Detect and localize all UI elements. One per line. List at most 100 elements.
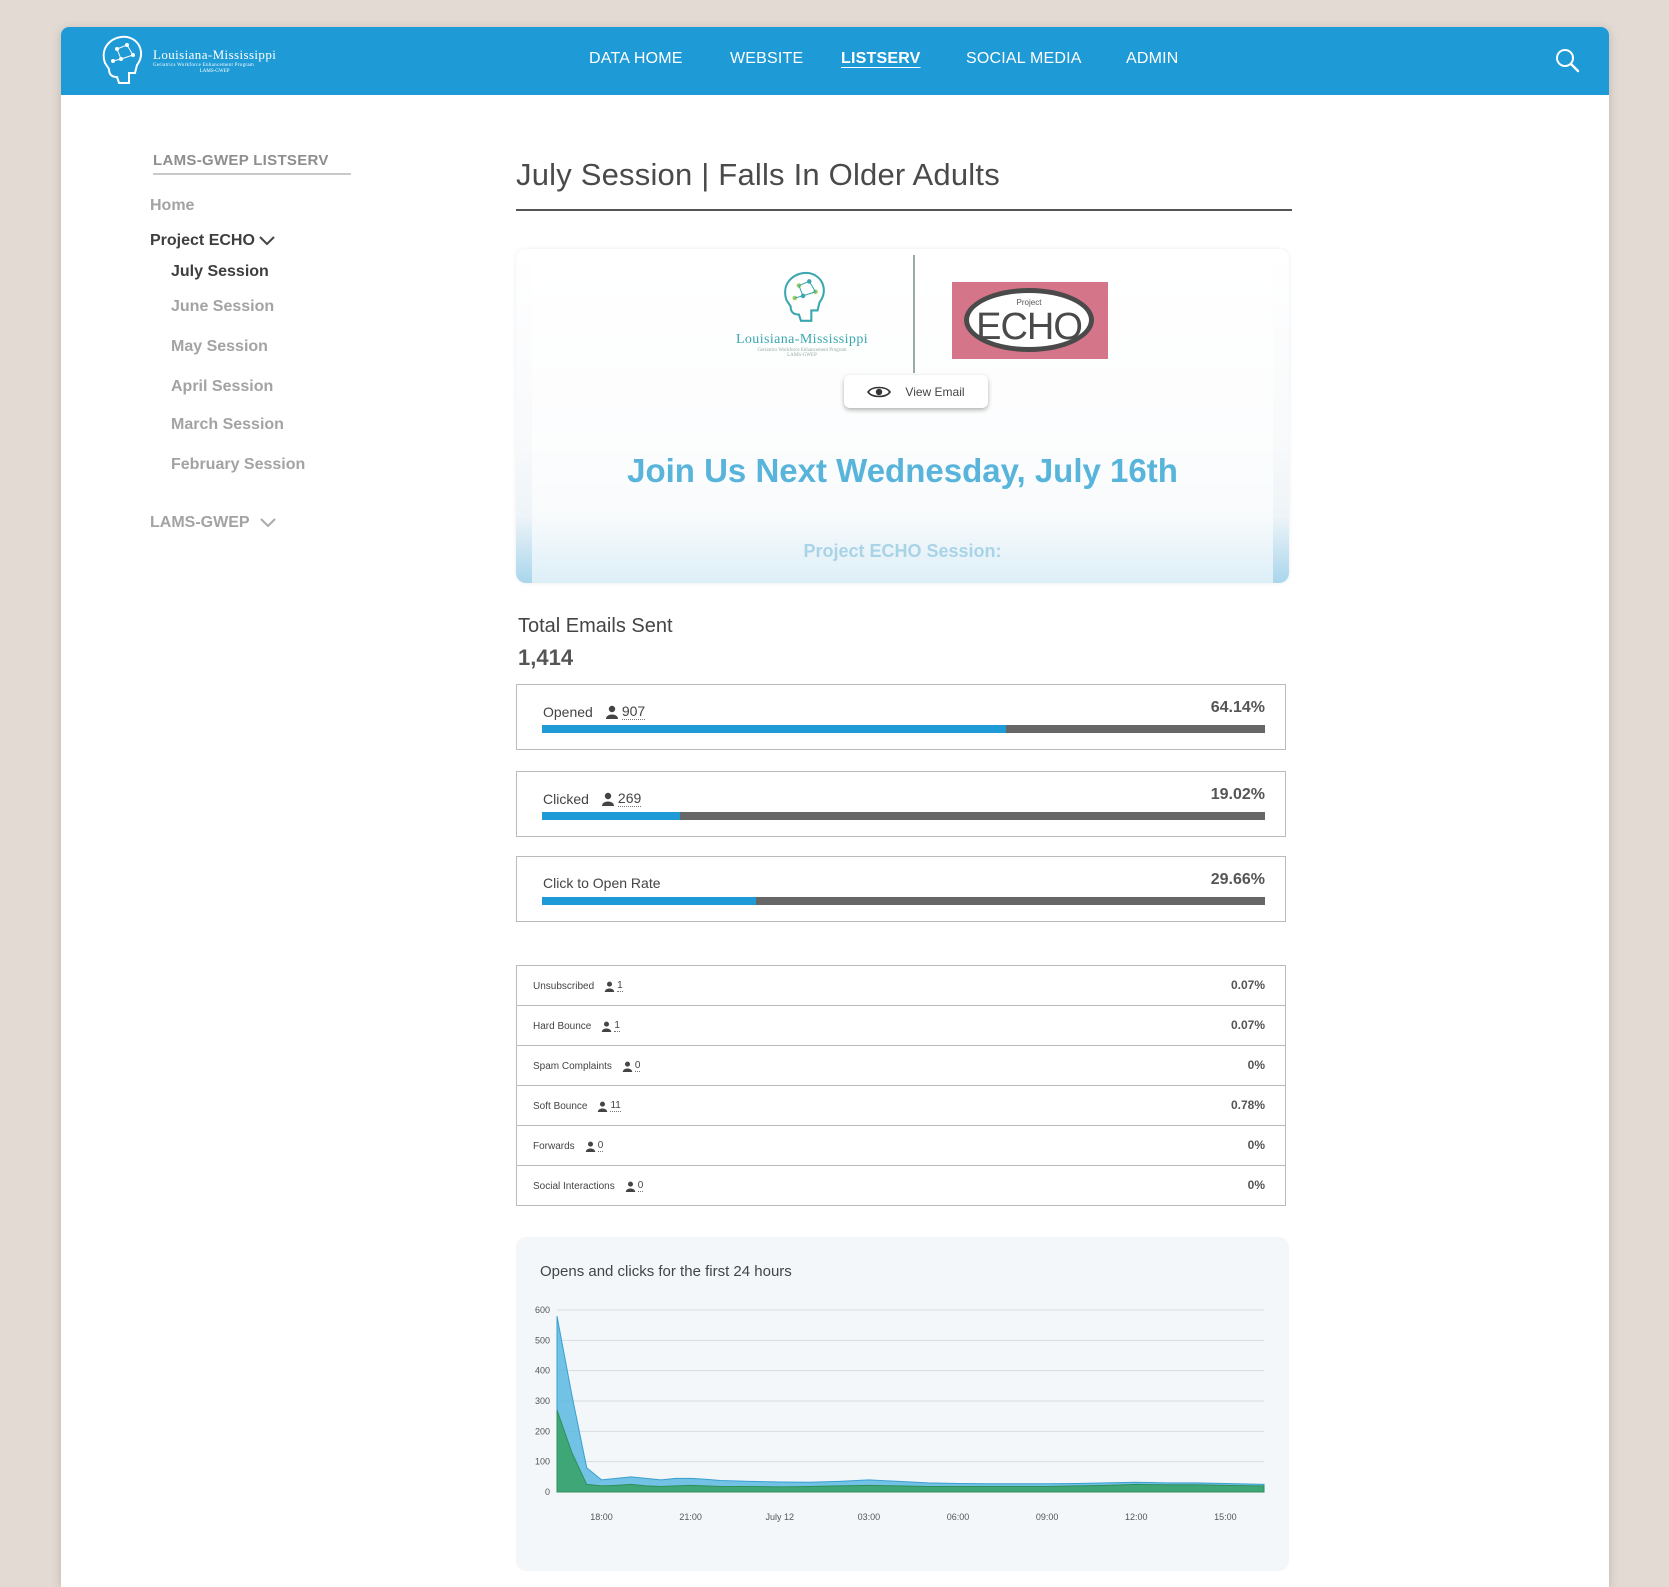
row-count[interactable]: 0 — [637, 1180, 644, 1192]
metric-count[interactable]: 269 — [617, 790, 642, 807]
eye-icon — [867, 386, 892, 397]
y-tick-label: 100 — [535, 1457, 550, 1467]
row-label: Forwards — [533, 1140, 575, 1152]
table-row: Spam Complaints 0 0% — [516, 1046, 1286, 1086]
x-tick-label: 18:00 — [590, 1512, 613, 1522]
chevron-down-icon — [259, 518, 276, 528]
chevron-down-icon — [259, 236, 275, 246]
progress-fill — [542, 897, 757, 905]
row-label: Spam Complaints — [533, 1060, 612, 1072]
person-icon — [601, 792, 614, 806]
top-nav-bar: Louisiana-Mississippi Geriatrics Workfor… — [61, 27, 1609, 95]
table-row: Forwards 0 0% — [516, 1126, 1286, 1166]
app-window: Louisiana-Mississippi Geriatrics Workfor… — [61, 27, 1609, 1587]
row-count[interactable]: 0 — [597, 1140, 604, 1152]
x-tick-label: 09:00 — [1036, 1512, 1059, 1522]
metric-percent: 19.02% — [1210, 786, 1265, 803]
metric-label: Opened — [543, 703, 593, 720]
progress-fill — [542, 812, 680, 820]
x-tick-label: July 12 — [766, 1512, 795, 1522]
nav-social-media[interactable]: SOCIAL MEDIA — [966, 50, 1082, 68]
row-percent: 0% — [1247, 1058, 1265, 1072]
total-emails-value: 1,414 — [518, 645, 574, 670]
y-tick-label: 0 — [545, 1487, 550, 1497]
nav-website[interactable]: WEBSITE — [730, 50, 803, 68]
metric-count[interactable]: 907 — [621, 703, 646, 720]
row-percent: 0.07% — [1230, 1018, 1265, 1032]
progress-bar — [542, 897, 1265, 905]
sidebar-group-lams-gwep[interactable]: LAMS-GWEP — [150, 514, 276, 532]
y-tick-label: 500 — [535, 1335, 550, 1345]
metric-label: Click to Open Rate — [543, 875, 661, 891]
y-tick-label: 600 — [535, 1305, 550, 1315]
sidebar-title: LAMS-GWEP LISTSERV — [153, 152, 351, 175]
metric-click-to-open-rate: Click to Open Rate 29.66% — [516, 856, 1286, 922]
head-lightbulb-icon — [102, 35, 143, 84]
row-percent: 0.07% — [1230, 978, 1265, 992]
y-tick-label: 200 — [535, 1426, 550, 1436]
x-tick-label: 03:00 — [858, 1512, 881, 1522]
sidebar-group-project-echo[interactable]: Project ECHO — [150, 232, 275, 250]
search-icon[interactable] — [1554, 47, 1580, 73]
row-count[interactable]: 1 — [614, 1020, 620, 1032]
sidebar-item-march-session[interactable]: March Session — [171, 416, 284, 434]
logo-divider — [913, 255, 915, 373]
row-count[interactable]: 0 — [634, 1060, 641, 1072]
nav-data-home[interactable]: DATA HOME — [589, 50, 683, 68]
row-percent: 0.78% — [1230, 1098, 1265, 1112]
progress-bar — [542, 812, 1265, 820]
progress-bar — [542, 725, 1265, 733]
sidebar-item-june-session[interactable]: June Session — [171, 298, 274, 316]
sidebar-item-april-session[interactable]: April Session — [171, 378, 273, 396]
brand-line-1: Louisiana-Mississippi — [153, 47, 277, 62]
table-row: Social Interactions 0 0% — [516, 1166, 1286, 1206]
progress-fill — [542, 725, 1006, 733]
opens-clicks-chart-card: Opens and clicks for the first 24 hours … — [516, 1237, 1289, 1571]
head-lightbulb-icon — [784, 271, 825, 322]
person-icon — [602, 1021, 612, 1032]
opens-clicks-chart: 0 100 200 300 400 500 600 18:00 21:00 July 12 03:0… — [535, 1305, 1265, 1522]
sidebar-group-label: LAMS-GWEP — [150, 514, 250, 531]
person-icon — [625, 1181, 635, 1192]
page-title: July Session | Falls In Older Adults — [516, 157, 1292, 211]
brand-line-2: Geriatrics Workforce Enhancement Program — [153, 63, 255, 68]
opens-area — [556, 1315, 1265, 1493]
person-icon — [604, 981, 615, 992]
row-label: Social Interactions — [533, 1180, 615, 1192]
row-percent: 0% — [1247, 1138, 1265, 1152]
email-logo-lams-gwep: Louisiana-Mississippi Geriatrics Workfor… — [722, 269, 882, 358]
row-count[interactable]: 1 — [617, 980, 623, 992]
table-row: Unsubscribed 1 0.07% — [516, 966, 1286, 1006]
email-subheadline: Project ECHO Session: — [803, 541, 1002, 561]
metric-percent: 64.14% — [1210, 699, 1265, 716]
metric-opened: Opened 907 64.14% — [516, 684, 1286, 750]
view-email-button[interactable]: View Email — [844, 375, 988, 408]
email-headline: Join Us Next Wednesday, July 16th — [627, 452, 1178, 489]
sidebar-item-july-session[interactable]: July Session — [171, 263, 269, 281]
brand-logo[interactable]: Louisiana-Mississippi Geriatrics Workfor… — [95, 33, 276, 89]
person-icon — [598, 1101, 608, 1112]
x-tick-label: 21:00 — [679, 1512, 702, 1522]
view-email-label: View Email — [905, 384, 965, 399]
row-percent: 0% — [1247, 1178, 1265, 1192]
sidebar-item-february-session[interactable]: February Session — [171, 456, 305, 474]
nav-listserv[interactable]: LISTSERV — [841, 50, 921, 68]
secondary-stats-table: Unsubscribed 1 0.07% Hard Bounce 1 0.07%… — [516, 965, 1286, 1206]
echo-logo-text: ECHO — [976, 306, 1083, 348]
sidebar-item-home[interactable]: Home — [150, 197, 194, 215]
person-icon — [605, 705, 618, 719]
x-tick-label: 15:00 — [1214, 1512, 1237, 1522]
metric-percent: 29.66% — [1210, 871, 1265, 888]
sidebar-group-label: Project ECHO — [150, 232, 255, 249]
person-icon — [585, 1141, 595, 1152]
row-label: Soft Bounce — [533, 1100, 588, 1112]
sidebar-item-may-session[interactable]: May Session — [171, 338, 268, 356]
row-label: Hard Bounce — [533, 1020, 592, 1032]
brand-line-3: LAMS-GWEP — [199, 69, 230, 74]
row-count[interactable]: 11 — [610, 1100, 621, 1112]
metric-clicked: Clicked 269 19.02% — [516, 771, 1286, 837]
y-tick-label: 400 — [535, 1366, 550, 1376]
total-emails-label: Total Emails Sent — [518, 615, 673, 637]
nav-admin[interactable]: ADMIN — [1126, 50, 1179, 68]
row-label: Unsubscribed — [533, 980, 595, 992]
